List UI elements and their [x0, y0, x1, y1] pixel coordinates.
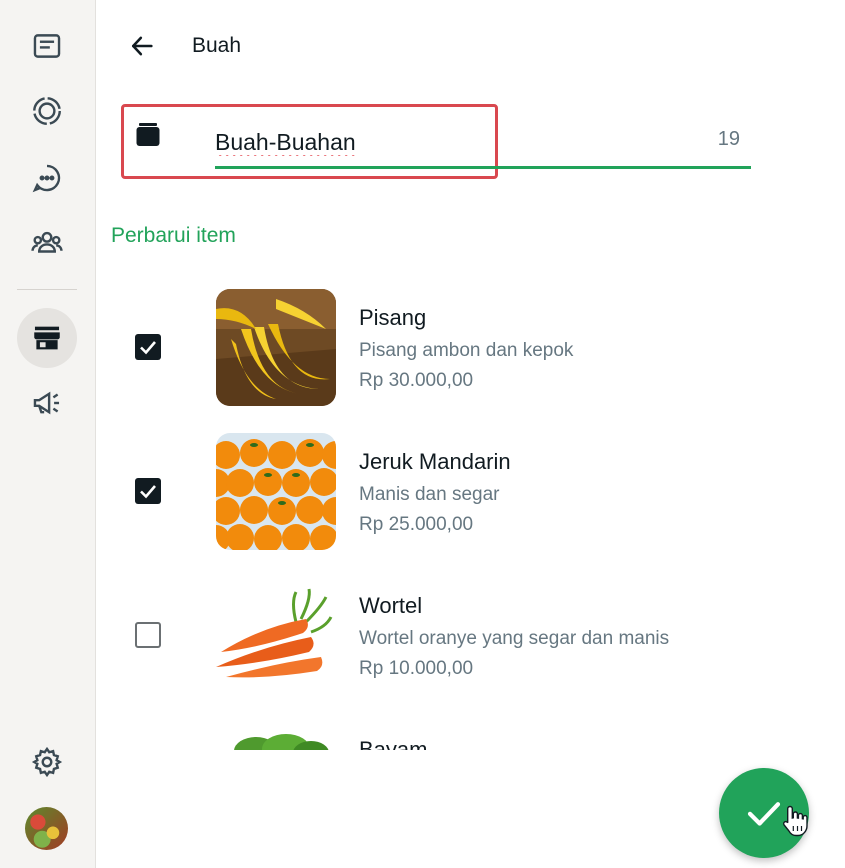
checkmark-icon — [140, 341, 156, 355]
item-name: Wortel — [359, 593, 423, 618]
oranges-image — [216, 433, 336, 550]
megaphone-icon — [33, 391, 60, 415]
item-description: Wortel oranye yang segar dan manis — [359, 628, 670, 649]
status-button[interactable] — [17, 81, 77, 141]
communities-icon — [31, 231, 63, 253]
item-checkbox[interactable] — [135, 478, 161, 504]
item-checkbox[interactable] — [135, 334, 161, 360]
list-item[interactable]: Pisang Pisang ambon dan kepok Rp 30.000,… — [96, 270, 845, 414]
item-description: Pisang ambon dan kepok — [359, 340, 574, 361]
banana-image — [216, 289, 336, 406]
settings-icon — [31, 746, 63, 778]
chats-icon — [33, 34, 61, 58]
chats-button[interactable] — [17, 16, 77, 76]
rail-divider — [17, 289, 77, 290]
profile-avatar[interactable] — [25, 807, 68, 850]
communities-button[interactable] — [17, 213, 77, 273]
section-title: Perbarui item — [111, 224, 236, 247]
list-item[interactable]: Bayam — [96, 702, 845, 750]
item-name: Pisang — [359, 305, 427, 330]
item-image-orange — [216, 433, 336, 550]
business-tools-button[interactable] — [17, 308, 77, 368]
item-name: Jeruk Mandarin — [359, 449, 511, 474]
business-store-icon — [34, 326, 60, 350]
channels-icon — [32, 164, 61, 193]
checkmark-icon — [747, 802, 781, 826]
item-price: Rp 25.000,00 — [359, 514, 474, 535]
item-price: Rp 30.000,00 — [359, 370, 474, 391]
settings-button[interactable] — [17, 732, 77, 792]
carrots-image — [216, 577, 336, 694]
status-icon — [33, 97, 61, 125]
collection-icon — [136, 123, 160, 146]
item-list: Pisang Pisang ambon dan kepok Rp 30.000,… — [96, 270, 845, 750]
item-image-spinach — [216, 721, 336, 750]
marketing-button[interactable] — [17, 373, 77, 433]
page-title: Buah — [192, 34, 242, 57]
confirm-button[interactable] — [719, 768, 809, 858]
checkmark-icon — [140, 485, 156, 499]
item-image-carrot — [216, 577, 336, 694]
collection-name-input[interactable] — [215, 124, 685, 160]
spinach-image — [216, 721, 336, 750]
input-underline — [215, 166, 751, 169]
back-button[interactable] — [125, 28, 159, 64]
list-item[interactable]: Wortel Wortel oranye yang segar dan mani… — [96, 558, 845, 702]
channels-button[interactable] — [17, 148, 77, 208]
item-name: Bayam — [359, 737, 428, 750]
navigation-rail — [0, 0, 96, 868]
item-image-banana — [216, 289, 336, 406]
list-item[interactable]: Jeruk Mandarin Manis dan segar Rp 25.000… — [96, 414, 845, 558]
item-checkbox[interactable] — [135, 622, 161, 648]
character-counter: 19 — [717, 128, 740, 150]
item-price: Rp 10.000,00 — [359, 658, 474, 679]
arrow-left-icon — [131, 36, 153, 56]
item-description: Manis dan segar — [359, 484, 500, 505]
